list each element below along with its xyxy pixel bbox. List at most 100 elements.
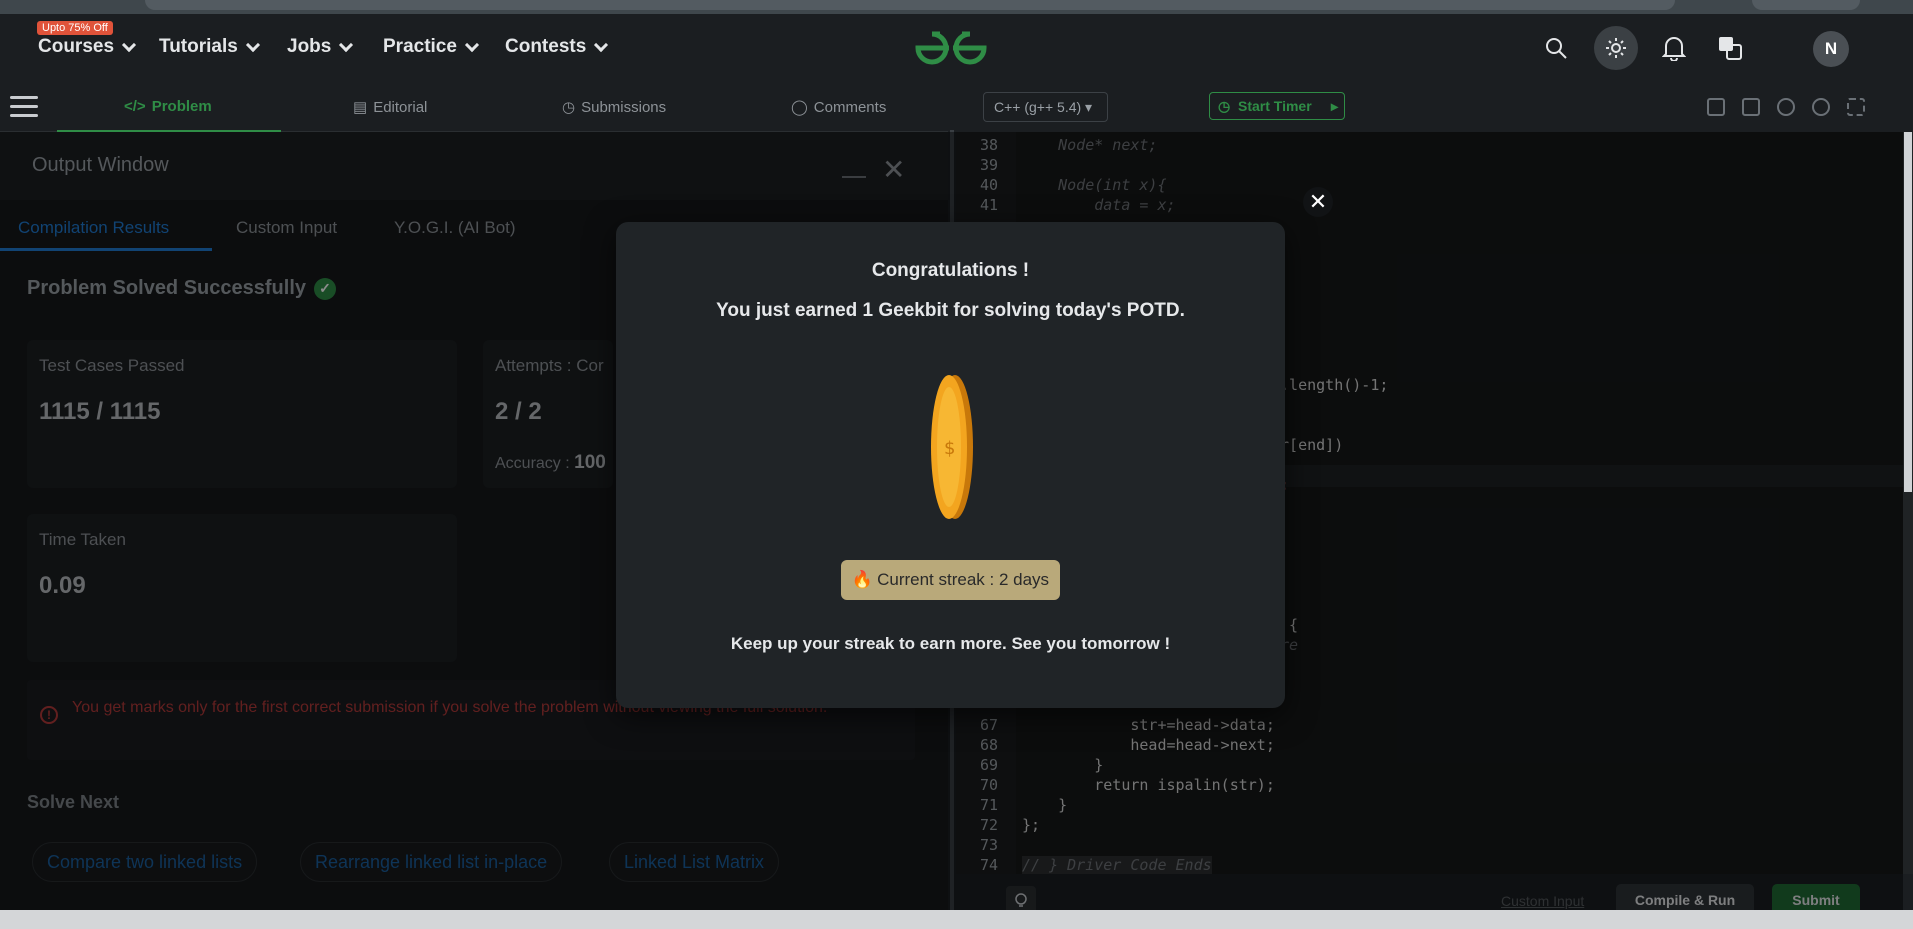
chevron-down-icon	[121, 37, 137, 52]
custom-input-link[interactable]: Custom Input	[1501, 893, 1584, 909]
code-line: Node* next;	[1022, 136, 1158, 154]
congratulations-modal: Congratulations ! You just earned 1 Geek…	[616, 222, 1285, 708]
language-select[interactable]: C++ (g++ 5.4) ▾	[983, 92, 1108, 122]
editor-footer: Custom Input Compile & Run Submit	[956, 874, 1913, 916]
nav-contests[interactable]: Contests	[505, 36, 609, 58]
gfg-logo-icon[interactable]	[912, 30, 990, 66]
tab-problem[interactable]: </> Problem	[124, 98, 212, 115]
tab-yogi-ai-bot[interactable]: Y.O.G.I. (AI Bot)	[394, 218, 516, 238]
code-line: }	[1022, 756, 1104, 774]
fire-icon: 🔥	[851, 570, 874, 589]
suggested-problem-chip[interactable]: Rearrange linked list in-place	[300, 842, 563, 882]
browser-bottom-bar	[0, 910, 1913, 929]
chevron-down-icon	[245, 37, 260, 52]
copy-icon[interactable]	[1707, 98, 1725, 116]
settings-icon[interactable]	[1777, 98, 1795, 116]
menu-icon[interactable]	[10, 96, 38, 118]
code-fragment: r.length()-1;	[1271, 376, 1389, 394]
export-icon[interactable]	[1742, 98, 1760, 116]
geekbit-coin-icon: $	[931, 375, 973, 519]
bell-icon[interactable]	[1658, 32, 1690, 64]
nav-jobs[interactable]: Jobs	[287, 36, 354, 58]
close-icon[interactable]: ✕	[882, 156, 905, 184]
code-line: Node(int x){	[1022, 176, 1167, 194]
suggested-problem-chip[interactable]: Compare two linked lists	[32, 842, 258, 882]
line-number: 68	[980, 736, 999, 754]
line-number: 74	[980, 856, 999, 874]
line-number: 73	[980, 836, 999, 854]
streak-badge: 🔥 Current streak : 2 days	[841, 560, 1060, 600]
solve-next-heading: Solve Next	[27, 792, 120, 812]
output-header: Output Window ✕	[0, 132, 948, 200]
modal-subtitle: You just earned 1 Geekbit for solving to…	[716, 300, 1185, 321]
line-number: 38	[980, 136, 999, 154]
chevron-down-icon	[339, 37, 354, 52]
fullscreen-icon[interactable]	[1847, 98, 1865, 116]
code-line: }	[1022, 796, 1068, 814]
check-circle-icon: ✓	[314, 277, 336, 300]
tab-editorial[interactable]: ▤ Editorial	[353, 98, 427, 117]
attempts-card: Attempts : Cor 2 / 2 Accuracy : 100	[483, 340, 613, 488]
editor-scrollbar[interactable]	[1903, 132, 1913, 874]
play-icon: ▸	[1330, 98, 1338, 114]
modal-title: Congratulations !	[871, 260, 1030, 281]
code-line: data = x;	[1022, 196, 1176, 214]
address-bar[interactable]	[145, 0, 1675, 10]
browser-chrome	[0, 0, 1913, 14]
theme-toggle-icon[interactable]	[1594, 26, 1638, 70]
promo-badge: Upto 75% Off	[37, 21, 113, 35]
tests-passed-card: Test Cases Passed 1115 / 1115	[27, 340, 457, 488]
time-taken-value: 0.09	[39, 572, 86, 599]
document-icon: ▤	[353, 99, 368, 116]
attempts-value: 2 / 2	[495, 398, 542, 425]
code-line: // } Driver Code Ends	[1022, 856, 1212, 874]
line-number: 39	[980, 156, 999, 174]
code-icon: </>	[124, 98, 146, 115]
modal-footer-text: Keep up your streak to earn more. See yo…	[730, 634, 1171, 653]
code-line: };	[1022, 816, 1041, 834]
nav-courses[interactable]: Courses	[38, 36, 137, 58]
output-title: Output Window	[32, 154, 169, 176]
tab-submissions[interactable]: ◷ Submissions	[562, 98, 666, 117]
editor-toolbar: C++ (g++ 5.4) ▾ ◷ Start Timer ▸	[956, 82, 1913, 132]
refresh-icon[interactable]	[1812, 98, 1830, 116]
top-navbar: Upto 75% Off Courses Tutorials Jobs Prac…	[0, 14, 1913, 82]
chevron-down-icon	[594, 37, 609, 52]
accuracy: Accuracy : 100	[495, 452, 606, 473]
avatar[interactable]: N	[1813, 31, 1849, 67]
chevron-down-icon	[464, 37, 480, 52]
code-line: return ispalin(str);	[1022, 776, 1275, 794]
minimize-icon[interactable]	[842, 176, 866, 178]
line-number: 40	[980, 176, 999, 194]
clock-icon: ◷	[562, 99, 576, 116]
comment-icon: ◯	[791, 99, 808, 116]
code-line: str+=head->data;	[1022, 716, 1275, 734]
browser-profile-pill[interactable]	[1752, 0, 1860, 10]
line-number: 41	[980, 196, 999, 214]
problem-tabs: </> Problem ▤ Editorial ◷ Submissions ◯ Comm…	[0, 82, 948, 132]
translate-icon[interactable]	[1714, 32, 1746, 64]
tests-passed-value: 1115 / 1115	[39, 398, 161, 425]
alert-icon: !	[40, 706, 58, 724]
tab-compilation-results[interactable]: Compilation Results	[18, 218, 169, 238]
suggested-problem-chip[interactable]: Linked List Matrix	[609, 842, 780, 882]
tab-comments[interactable]: ◯ Comments	[791, 98, 886, 117]
alarm-icon: ◷	[1218, 98, 1231, 114]
tab-custom-input[interactable]: Custom Input	[236, 218, 337, 238]
line-number: 72	[980, 816, 999, 834]
line-number: 70	[980, 776, 999, 794]
status-message: Problem Solved Successfully ✓	[27, 277, 336, 300]
search-icon[interactable]	[1540, 32, 1572, 64]
nav-practice[interactable]: Practice	[383, 36, 480, 58]
code-line: head=head->next;	[1022, 736, 1275, 754]
svg-text:$: $	[944, 438, 955, 459]
scrollbar-thumb[interactable]	[1904, 132, 1912, 492]
line-number: 67	[980, 716, 999, 734]
line-number: 71	[980, 796, 999, 814]
start-timer-button[interactable]: ◷ Start Timer ▸	[1209, 92, 1345, 120]
line-number: 69	[980, 756, 999, 774]
close-icon[interactable]: ✕	[1303, 187, 1333, 217]
nav-tutorials[interactable]: Tutorials	[159, 36, 260, 58]
time-taken-card: Time Taken 0.09	[27, 514, 457, 662]
active-tab-underline	[0, 248, 212, 251]
